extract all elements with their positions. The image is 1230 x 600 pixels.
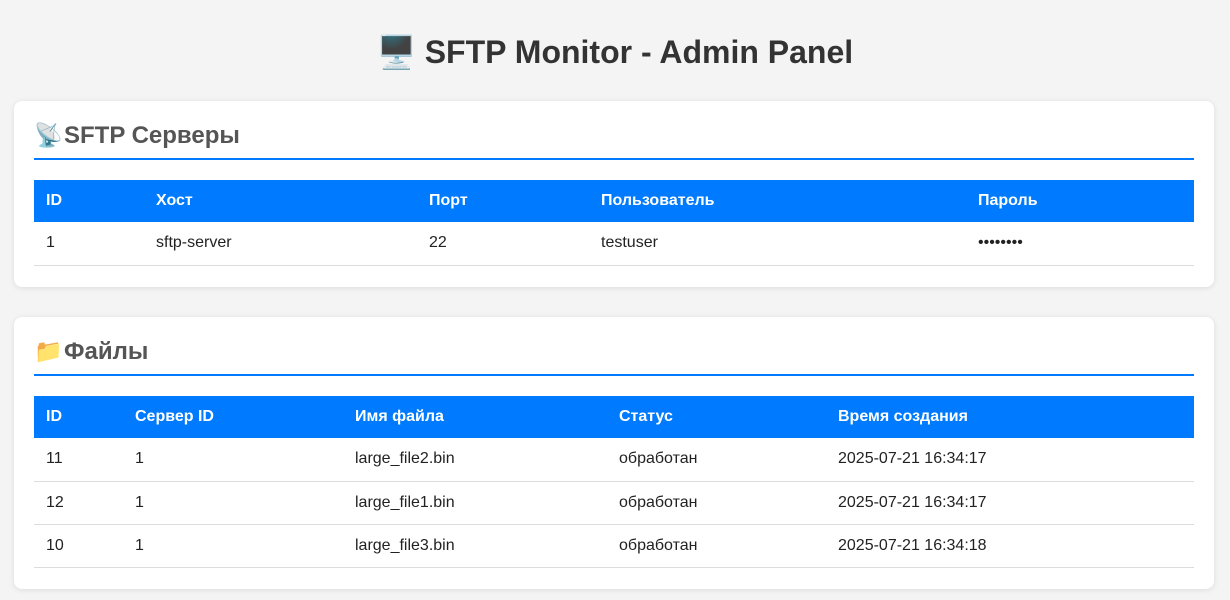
page-title-text: SFTP Monitor - Admin Panel	[424, 34, 854, 70]
file-name-cell: large_file1.bin	[343, 481, 607, 525]
file-server-id-cell: 1	[123, 524, 343, 568]
files-table-header-row: ID Сервер ID Имя файла Статус Время созд…	[34, 396, 1194, 438]
servers-heading-text: SFTP Серверы	[64, 122, 240, 149]
servers-col-host: Хост	[144, 180, 417, 222]
server-host-cell: sftp-server	[144, 222, 417, 266]
computer-icon: 🖥️	[376, 34, 417, 70]
table-row: 10 1 large_file3.bin обработан 2025-07-2…	[34, 524, 1194, 568]
file-server-id-cell: 1	[123, 481, 343, 525]
file-status-cell: обработан	[607, 438, 826, 482]
files-col-filename: Имя файла	[343, 396, 607, 438]
files-col-id: ID	[34, 396, 123, 438]
file-name-cell: large_file3.bin	[343, 524, 607, 568]
servers-heading: 📡SFTP Серверы	[34, 101, 1194, 160]
servers-col-port: Порт	[417, 180, 589, 222]
files-card: 📁Файлы ID Сервер ID Имя файла Статус Вре…	[14, 317, 1214, 589]
file-created-cell: 2025-07-21 16:34:17	[826, 481, 1194, 525]
file-id-cell: 11	[34, 438, 123, 482]
table-row: 11 1 large_file2.bin обработан 2025-07-2…	[34, 438, 1194, 482]
files-heading-text: Файлы	[64, 338, 149, 365]
servers-col-user: Пользователь	[589, 180, 966, 222]
page-title: 🖥️ SFTP Monitor - Admin Panel	[0, 30, 1230, 74]
satellite-antenna-icon: 📡	[34, 122, 63, 148]
file-id-cell: 10	[34, 524, 123, 568]
servers-card: 📡SFTP Серверы ID Хост Порт Пользователь …	[14, 101, 1214, 287]
files-col-status: Статус	[607, 396, 826, 438]
files-col-server-id: Сервер ID	[123, 396, 343, 438]
servers-table-header-row: ID Хост Порт Пользователь Пароль	[34, 180, 1194, 222]
files-heading: 📁Файлы	[34, 317, 1194, 376]
file-status-cell: обработан	[607, 481, 826, 525]
file-created-cell: 2025-07-21 16:34:17	[826, 438, 1194, 482]
table-row: 12 1 large_file1.bin обработан 2025-07-2…	[34, 481, 1194, 525]
servers-col-id: ID	[34, 180, 144, 222]
servers-col-password: Пароль	[966, 180, 1194, 222]
file-id-cell: 12	[34, 481, 123, 525]
files-table: ID Сервер ID Имя файла Статус Время созд…	[34, 396, 1194, 568]
table-row: 1 sftp-server 22 testuser ••••••••	[34, 222, 1194, 266]
server-id-cell: 1	[34, 222, 144, 266]
server-port-cell: 22	[417, 222, 589, 266]
folder-icon: 📁	[34, 338, 63, 364]
file-name-cell: large_file2.bin	[343, 438, 607, 482]
servers-table: ID Хост Порт Пользователь Пароль 1 sftp-…	[34, 180, 1194, 266]
server-user-cell: testuser	[589, 222, 966, 266]
file-created-cell: 2025-07-21 16:34:18	[826, 524, 1194, 568]
file-status-cell: обработан	[607, 524, 826, 568]
server-password-cell: ••••••••	[966, 222, 1194, 266]
file-server-id-cell: 1	[123, 438, 343, 482]
files-col-created: Время создания	[826, 396, 1194, 438]
